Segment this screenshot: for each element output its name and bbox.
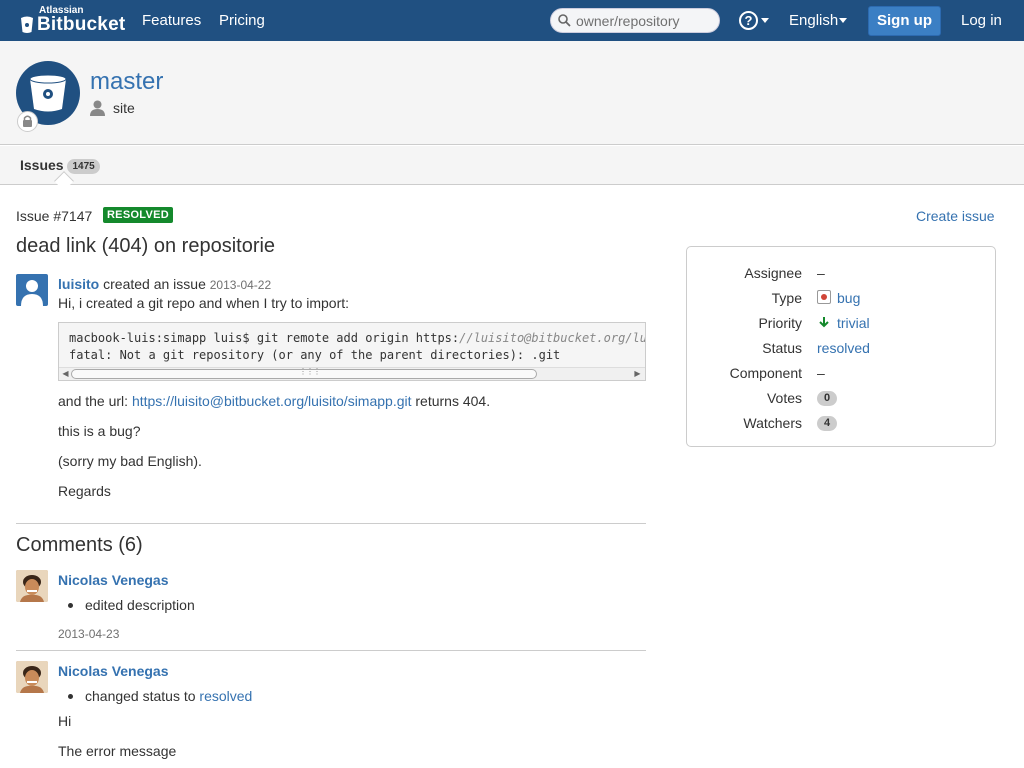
- chevron-down-icon: [761, 18, 769, 23]
- lock-icon: [23, 115, 32, 127]
- issue-title: dead link (404) on repositorie: [16, 235, 276, 257]
- search-icon: [558, 14, 571, 27]
- code-block: macbook-luis:simapp luis$ git remote add…: [58, 322, 646, 381]
- scroll-right-arrow-icon[interactable]: ▶: [632, 369, 643, 379]
- type-bug-link[interactable]: bug: [837, 290, 860, 306]
- scrollbar-thumb[interactable]: ⋮⋮⋮: [71, 367, 537, 379]
- signup-button[interactable]: Sign up: [868, 6, 941, 36]
- priority-label: Priority: [758, 315, 802, 331]
- code-line: fatal: Not a git repository (or any of t…: [69, 348, 561, 362]
- bullet-icon: [68, 603, 73, 608]
- issue-text-line: Regards: [58, 483, 111, 499]
- help-icon: ?: [739, 11, 758, 30]
- comment-change-text: changed status to resolved: [85, 688, 253, 704]
- tab-issues[interactable]: Issues 1475: [20, 157, 100, 174]
- comment-change-text: edited description: [85, 597, 195, 613]
- priority-trivial-link[interactable]: trivial: [837, 315, 870, 331]
- comment-author-link[interactable]: Nicolas Venegas: [58, 663, 169, 679]
- issue-text-line: this is a bug?: [58, 423, 141, 439]
- issue-text-line: (sorry my bad English).: [58, 453, 202, 469]
- comments-heading: Comments (6): [16, 534, 143, 556]
- issue-author-link[interactable]: luisito: [58, 276, 99, 292]
- status-resolved-link[interactable]: resolved: [199, 688, 252, 704]
- nav-features-link[interactable]: Features: [142, 12, 201, 29]
- assignee-label: Assignee: [744, 265, 802, 281]
- type-label: Type: [771, 290, 802, 306]
- issue-id: Issue #7147: [16, 208, 93, 224]
- issue-url-paragraph: and the url: https://luisito@bitbucket.o…: [58, 393, 491, 409]
- bug-icon: [817, 290, 831, 304]
- logo-bitbucket-text: Bitbucket: [37, 14, 126, 35]
- issue-intro-text: Hi, i created a git repo and when I try …: [58, 295, 350, 311]
- watchers-count-badge[interactable]: 4: [817, 416, 837, 431]
- repo-owner-link[interactable]: site: [113, 100, 135, 116]
- active-tab-indicator: [54, 171, 74, 191]
- avatar[interactable]: [16, 570, 48, 602]
- user-photo-icon: [16, 570, 48, 602]
- code-line: macbook-luis:simapp luis$ git remote add…: [69, 331, 646, 345]
- repo-url-link[interactable]: https://luisito@bitbucket.org/luisito/si…: [132, 393, 412, 409]
- status-resolved-link[interactable]: resolved: [817, 340, 870, 356]
- votes-label: Votes: [766, 390, 802, 406]
- issue-action-text: created an issue: [103, 276, 206, 292]
- scroll-left-arrow-icon[interactable]: ◀: [60, 369, 71, 379]
- search-input[interactable]: [576, 12, 714, 29]
- grip-icon: ⋮⋮⋮: [299, 367, 321, 376]
- status-badge: RESOLVED: [103, 207, 173, 223]
- comment-body-line: The error message: [58, 743, 177, 759]
- private-lock-badge: [17, 111, 38, 132]
- comment-date: 2013-04-23: [58, 627, 120, 641]
- issues-count-badge: 1475: [67, 159, 100, 174]
- section-divider: [16, 523, 646, 524]
- avatar[interactable]: [16, 661, 48, 693]
- user-photo-icon: [16, 661, 48, 693]
- create-issue-link[interactable]: Create issue: [916, 208, 995, 224]
- issue-date: 2013-04-22: [209, 278, 272, 292]
- chevron-down-icon: [839, 18, 847, 23]
- login-link[interactable]: Log in: [961, 12, 1002, 29]
- comment-author-link[interactable]: Nicolas Venegas: [58, 572, 169, 588]
- issue-byline: luisito created an issue 2013-04-22: [58, 276, 271, 292]
- votes-count-badge[interactable]: 0: [817, 391, 837, 406]
- comment-divider: [16, 650, 646, 651]
- avatar[interactable]: [16, 274, 48, 306]
- watchers-label: Watchers: [743, 415, 802, 431]
- assignee-value: –: [817, 265, 825, 281]
- comment-body-line: Hi: [58, 713, 72, 729]
- component-value: –: [817, 365, 825, 381]
- search-box[interactable]: [550, 8, 720, 33]
- repo-header: master site: [0, 41, 1024, 145]
- component-label: Component: [729, 365, 802, 381]
- tab-issues-label: Issues: [20, 157, 64, 173]
- status-label: Status: [762, 340, 802, 356]
- arrow-down-icon: [819, 317, 829, 328]
- bucket-icon: [21, 16, 33, 33]
- nav-pricing-link[interactable]: Pricing: [219, 12, 265, 29]
- user-icon: [21, 280, 43, 306]
- repo-name-link[interactable]: master: [90, 68, 163, 96]
- language-selector[interactable]: English: [789, 12, 847, 29]
- bullet-icon: [68, 694, 73, 699]
- repo-tabs: Issues 1475: [0, 146, 1024, 191]
- top-navigation: Atlassian Bitbucket Features Pricing ? E…: [0, 0, 1024, 41]
- user-icon: [90, 100, 105, 116]
- horizontal-scrollbar[interactable]: ◀ ⋮⋮⋮ ▶: [59, 367, 645, 380]
- language-label: English: [789, 12, 839, 29]
- issue-attributes-panel: Assignee – Type bug Priority trivial Sta…: [686, 246, 996, 447]
